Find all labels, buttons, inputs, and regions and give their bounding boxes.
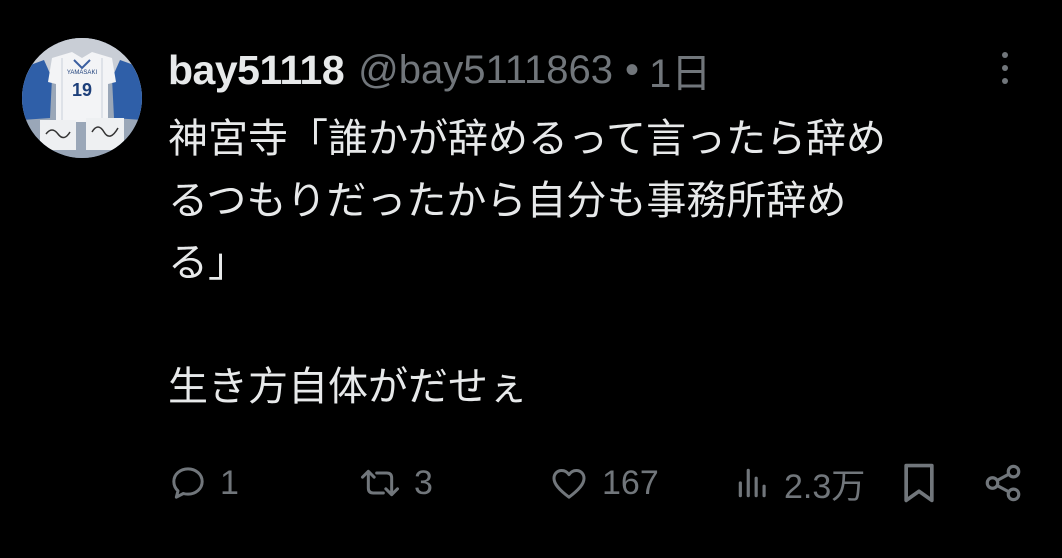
like-count: 167 xyxy=(602,463,659,502)
tweet-text-line: 神宮寺「誰かが辞めるって言ったら辞め xyxy=(168,116,886,162)
reply-button[interactable]: 1 xyxy=(168,458,239,508)
retweet-button[interactable]: 3 xyxy=(358,458,433,508)
tweet-text: 神宮寺「誰かが辞めるって言ったら辞め るつもりだったから自分も事務所辞め る」 … xyxy=(168,108,1038,418)
share-button[interactable] xyxy=(982,458,1024,508)
more-options-button[interactable] xyxy=(988,46,1022,90)
tweet-header: bay51118 @bay5111863 • 1日 xyxy=(168,42,711,98)
tweet-text-line: 生き方自体がだせぇ xyxy=(168,364,528,410)
svg-text:YAMASAKI: YAMASAKI xyxy=(67,70,98,76)
user-handle[interactable]: @bay5111863 xyxy=(358,48,613,93)
retweet-icon xyxy=(361,469,399,497)
reply-icon xyxy=(172,467,204,499)
display-name[interactable]: bay51118 xyxy=(168,47,345,94)
timestamp[interactable]: 1日 xyxy=(649,41,711,99)
tweet-text-line: るつもりだったから自分も事務所辞め xyxy=(168,178,847,224)
more-dots-icon xyxy=(1002,52,1008,58)
share-icon xyxy=(985,464,1021,502)
separator-dot: • xyxy=(625,47,640,92)
tweet[interactable]: 19 YAMASAKI bay51118 @bay5111863 • 1日 神宮… xyxy=(0,0,1062,558)
bookmark-icon xyxy=(904,463,934,503)
retweet-count: 3 xyxy=(414,463,433,502)
heart-icon xyxy=(552,469,586,499)
views-count: 2.3万 xyxy=(784,467,866,506)
avatar[interactable]: 19 YAMASAKI xyxy=(22,38,142,158)
like-button[interactable]: 167 xyxy=(548,458,659,508)
svg-text:19: 19 xyxy=(72,80,92,100)
views-icon xyxy=(738,468,766,498)
reply-count: 1 xyxy=(220,463,239,502)
tweet-actions: 1 3 167 2.3万 xyxy=(168,458,1030,508)
views-button[interactable]: 2.3万 xyxy=(734,458,865,508)
bookmark-button[interactable] xyxy=(900,458,938,508)
tweet-text-line: る」 xyxy=(168,240,248,286)
